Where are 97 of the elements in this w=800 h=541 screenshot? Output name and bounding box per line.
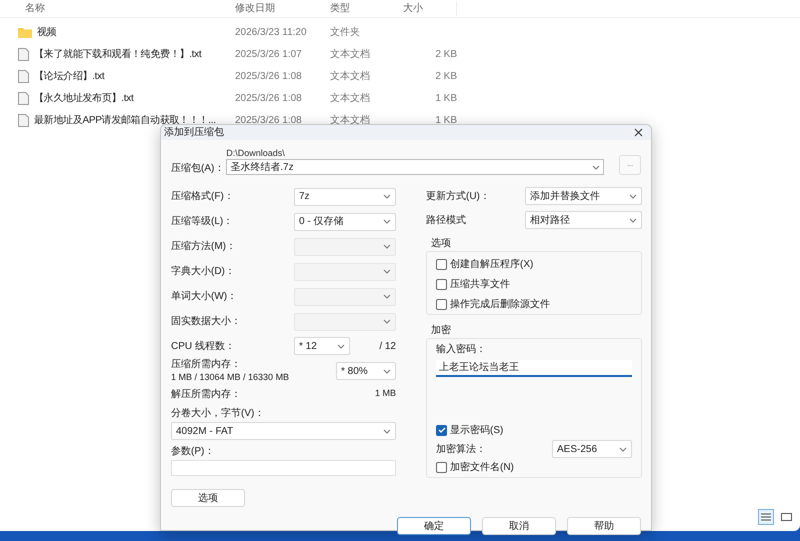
file-type: 文本文档 xyxy=(330,48,370,60)
dropdown[interactable]: 7z xyxy=(294,188,396,206)
dialog-button[interactable]: 帮助 xyxy=(567,517,641,535)
dropdown[interactable]: 4092M - FAT xyxy=(171,422,396,440)
file-name: 【永久地址发布页】.txt xyxy=(34,92,134,106)
dropdown[interactable]: 0 - 仅存储 xyxy=(294,212,396,230)
chevron-down-icon xyxy=(383,428,391,434)
checkbox[interactable] xyxy=(436,279,447,290)
file-size: 1 KB xyxy=(435,92,457,106)
file-type: 文本文档 xyxy=(330,70,370,82)
column-header[interactable]: 名称 xyxy=(0,1,232,16)
chevron-down-icon xyxy=(383,269,391,274)
modified-date: 2025/3/26 1:07 xyxy=(235,48,302,60)
list-icon xyxy=(761,513,771,521)
file-name: 【来了就能下载和观看！纯免费！】.txt xyxy=(34,48,202,62)
checkbox-label: 压缩共享文件 xyxy=(450,278,510,292)
field-label: 分卷大小，字节(V)： xyxy=(171,406,266,421)
chevron-down-icon xyxy=(337,344,345,348)
field-label: 单词大小(W)： xyxy=(171,290,238,304)
chevron-down-icon xyxy=(383,294,391,299)
modified-date: 2026/3/23 11:20 xyxy=(235,26,307,38)
document-icon xyxy=(18,70,29,82)
chevron-down-icon xyxy=(383,219,391,224)
rectangle-icon xyxy=(780,512,792,522)
details-view-button[interactable] xyxy=(758,509,774,525)
checkbox-label: 创建自解压程序(X) xyxy=(450,258,534,272)
file-name: 【论坛介绍】.txt xyxy=(34,70,104,84)
window-title: 添加到压缩包 xyxy=(164,126,224,140)
document-icon xyxy=(18,92,29,104)
file-type: 文本文档 xyxy=(330,92,370,104)
field-label: 压缩格式(F)： xyxy=(171,190,235,204)
checkbox[interactable] xyxy=(436,298,447,310)
thread-total: / 12 xyxy=(379,340,396,354)
password-field[interactable]: 上老王论坛当老王 xyxy=(436,360,632,377)
field-label: 输入密码： xyxy=(436,342,487,357)
dialog-button[interactable]: 取消 xyxy=(482,517,556,535)
file-row[interactable]: 视频 2026/3/23 11:20 文件夹 xyxy=(0,21,457,43)
modified-date: 2025/3/26 1:08 xyxy=(235,114,302,126)
field-label: 加密算法： xyxy=(436,442,486,457)
modified-date: 2025/3/26 1:08 xyxy=(235,70,302,82)
chevron-down-icon xyxy=(383,319,391,324)
chevron-down-icon xyxy=(629,218,637,222)
field-label: 参数(P)： xyxy=(171,444,216,459)
chevron-down-icon xyxy=(619,446,627,452)
document-icon xyxy=(18,114,29,126)
dropdown[interactable]: * 12 xyxy=(294,337,350,355)
dropdown[interactable]: * 80% xyxy=(336,362,396,380)
field-label: 压缩包(A)： xyxy=(171,162,226,176)
field-label: 解压所需内存： xyxy=(171,388,241,402)
checkbox[interactable] xyxy=(436,259,447,270)
memory-detail: 1 MB / 13064 MB / 16330 MB xyxy=(171,371,290,383)
field-label: 压缩等级(L)： xyxy=(171,214,234,229)
checkbox[interactable] xyxy=(436,424,447,436)
group-title: 选项 xyxy=(431,236,452,251)
field-label: 压缩所需内存： xyxy=(171,359,242,371)
dropdown[interactable]: AES-256 xyxy=(552,440,632,458)
file-type: 文件夹 xyxy=(330,26,360,38)
checkbox-label: 加密文件名(N) xyxy=(450,460,514,476)
checkbox[interactable] xyxy=(436,462,447,474)
file-size: 2 KB xyxy=(435,48,457,62)
field-label: 固实数据大小： xyxy=(171,314,242,329)
options-button[interactable]: 选项 xyxy=(171,489,245,507)
column-header[interactable]: 大小 xyxy=(400,1,457,16)
file-name: 视频 xyxy=(37,26,56,40)
checkbox-label: 操作完成后删除源文件 xyxy=(450,298,550,312)
folder-icon xyxy=(18,26,32,38)
file-name: 最新地址及APP请发邮箱自动获取！！！... xyxy=(34,114,216,126)
modified-date: 2025/3/26 1:08 xyxy=(235,92,302,104)
dropdown[interactable]: 相对路径 xyxy=(525,211,642,229)
field-label: 字典大小(D)： xyxy=(171,264,236,279)
dropdown[interactable]: 添加并替换文件 xyxy=(525,187,642,205)
group-title: 加密 xyxy=(431,324,452,338)
chevron-down-icon xyxy=(383,194,391,199)
field-label: 路径模式 xyxy=(426,214,467,228)
field-label: 更新方式(U)： xyxy=(426,190,491,204)
checkbox-label: 显示密码(S) xyxy=(450,424,504,438)
chevron-down-icon xyxy=(629,194,637,198)
decompress-memory: 1 MB xyxy=(374,387,396,400)
chevron-down-icon xyxy=(383,368,391,374)
parameters-field[interactable] xyxy=(171,460,396,476)
column-header[interactable]: 类型 xyxy=(327,1,400,16)
file-row[interactable]: 【来了就能下载和观看！纯免费！】.txt 2025/3/26 1:07 文本文档 2 KB xyxy=(0,43,457,65)
field-label: CPU 线程数： xyxy=(171,340,236,354)
chevron-down-icon xyxy=(383,244,391,249)
file-type: 文本文档 xyxy=(330,114,370,126)
file-size: 2 KB xyxy=(435,70,457,84)
archive-name-field[interactable]: 圣水终结者.7z xyxy=(226,159,604,175)
column-header[interactable]: 修改日期 xyxy=(232,1,327,16)
file-row[interactable]: 【永久地址发布页】.txt 2025/3/26 1:08 文本文档 1 KB xyxy=(0,87,457,109)
document-icon xyxy=(18,48,29,60)
file-size: 1 KB xyxy=(435,114,457,128)
close-icon[interactable] xyxy=(634,128,643,137)
field-label: 压缩方法(M)： xyxy=(171,240,237,254)
dialog-button[interactable]: 确定 xyxy=(397,517,471,535)
archive-path: D:\Downloads\ xyxy=(226,147,286,159)
file-row[interactable]: 【论坛介绍】.txt 2025/3/26 1:08 文本文档 2 KB xyxy=(0,65,457,87)
chevron-down-icon xyxy=(592,164,600,170)
